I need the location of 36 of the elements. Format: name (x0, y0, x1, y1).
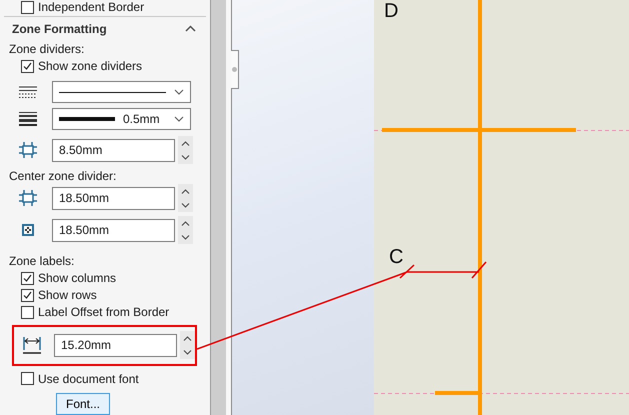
zone-letter: D (384, 0, 398, 23)
input-field[interactable]: 8.50mm (52, 138, 175, 162)
group-label: Zone dividers: (8, 41, 86, 58)
font-button[interactable]: Font... (56, 393, 110, 415)
zone-letter: C (389, 246, 404, 269)
caret-icon (174, 89, 184, 96)
collapse-chevron-icon[interactable] (185, 25, 196, 32)
checkbox[interactable]: Use document font (21, 370, 210, 388)
thick-line-sample-icon (59, 116, 115, 121)
divider-size-icon (19, 190, 37, 206)
spinner-arrows[interactable] (178, 216, 193, 244)
checkbox[interactable]: Independent Border (21, 0, 210, 16)
square-crosshair-icon (19, 223, 37, 238)
spinner-arrows[interactable] (178, 184, 193, 212)
checkbox[interactable]: Show rows (21, 286, 210, 304)
spinner-arrows[interactable] (178, 136, 193, 164)
thin-line-sample-icon (59, 90, 166, 94)
caret-icon (174, 116, 184, 122)
checkbox[interactable]: Label Offset from Border (21, 304, 210, 321)
line-style-icon (19, 86, 37, 99)
line-style-dropdown[interactable] (52, 81, 191, 104)
spinner-arrows[interactable] (180, 331, 195, 360)
line-thickness-icon (19, 112, 37, 126)
label-offset-icon (23, 336, 41, 354)
group-label: Zone labels: (8, 253, 76, 270)
checkbox[interactable]: Show columns (21, 270, 210, 287)
divider-size-icon (19, 142, 37, 158)
checkbox[interactable]: Show zone dividers (21, 58, 210, 75)
panel-handle[interactable] (231, 50, 239, 89)
checkmark-icon (23, 62, 32, 71)
section-title: Zone Formatting (12, 22, 107, 36)
input-field[interactable]: 15.20mm (54, 334, 177, 357)
input-field[interactable]: 18.50mm (52, 218, 175, 242)
input-field[interactable]: 18.50mm (52, 186, 175, 210)
group-label: Center zone divider: (8, 168, 118, 184)
line-thickness-dropdown[interactable]: 0.5mm (52, 108, 191, 130)
